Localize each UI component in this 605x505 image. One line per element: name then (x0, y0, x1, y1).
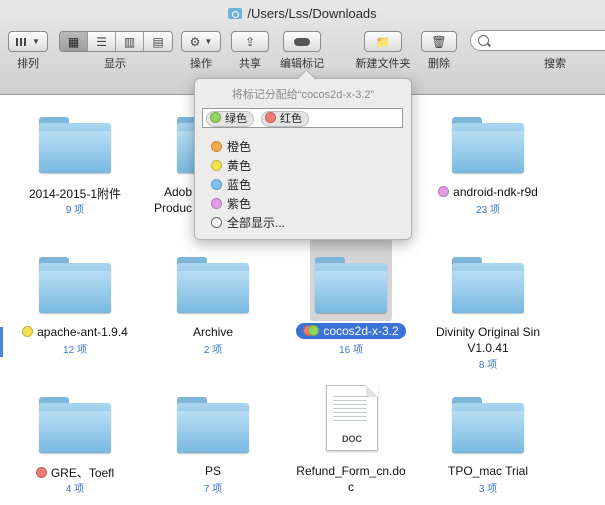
file-name-line2: V1.0.41 (467, 341, 509, 355)
window-title: /Users/Lss/Downloads (0, 6, 605, 21)
item-count: 7 项 (203, 484, 223, 495)
file-name: Refund_Form_cn.do (296, 464, 406, 478)
orange-tag-icon (211, 141, 222, 152)
list-view-icon: ☰ (96, 34, 107, 49)
icon-view-button[interactable]: ▦ (60, 32, 88, 51)
arrange-button[interactable]: ▼ (8, 31, 48, 52)
file-name: GRE、Toefl (5, 464, 145, 481)
icon-view-icon: ▦ (67, 34, 80, 49)
tag-option-blue[interactable]: 蓝色 (211, 176, 251, 193)
cover-flow-icon: ▤ (152, 34, 164, 49)
new-folder-button[interactable]: 📁 (364, 31, 402, 52)
chevron-down-icon: ▼ (204, 37, 213, 46)
doc-file-icon: DOC (326, 385, 378, 451)
show-all-tags[interactable]: 全部显示... (211, 214, 285, 231)
file-item-divinity[interactable]: Divinity Original Sin V1.0.41 8 项 (418, 235, 558, 371)
file-name: android-ndk-r9d (418, 185, 558, 199)
file-name-line2: c (348, 480, 354, 494)
doc-type-label: DOC (342, 434, 362, 444)
edit-tags-button[interactable] (283, 31, 321, 52)
view-mode-segmented: ▦ ☰ ▥ ▤ (59, 31, 173, 52)
item-count: 4 项 (65, 484, 85, 495)
file-name: cocos2d-x-3.2 (281, 323, 421, 339)
yellow-tag-icon (22, 326, 34, 337)
folder-icon (452, 397, 524, 453)
folder-icon (39, 117, 111, 173)
folder-icon (39, 257, 111, 313)
yellow-tag-icon (211, 160, 222, 171)
folder-icon (452, 257, 524, 313)
new-folder-label: 新建文件夹 (355, 58, 411, 70)
sidebar-edge (0, 327, 3, 357)
cover-flow-button[interactable]: ▤ (144, 32, 172, 51)
tag-option-yellow[interactable]: 黄色 (211, 157, 251, 174)
search-field[interactable] (470, 30, 605, 51)
folder-icon (39, 397, 111, 453)
empty-tag-icon (211, 217, 222, 228)
file-name: Divinity Original Sin (435, 325, 541, 339)
tag-option-orange[interactable]: 橙色 (211, 138, 251, 155)
file-name: TPO_mac Trial (447, 464, 528, 478)
item-count: 23 项 (476, 205, 500, 216)
item-count: 3 项 (478, 484, 498, 495)
share-label: 共享 (239, 58, 261, 70)
gear-icon: ⚙ (189, 34, 201, 49)
action-button[interactable]: ⚙ ▼ (181, 31, 221, 52)
new-folder-icon: 📁 (375, 34, 391, 49)
file-item-ps[interactable]: PS 7 项 (143, 375, 283, 500)
grid-icon (16, 37, 27, 46)
file-item-cocos2d-selected[interactable]: cocos2d-x-3.2 16 项 (281, 235, 421, 360)
tag-icon (294, 37, 310, 46)
file-name: PS (204, 464, 221, 478)
tag-option-purple[interactable]: 紫色 (211, 195, 251, 212)
chevron-down-icon: ▼ (32, 37, 40, 46)
item-count: 16 项 (339, 345, 363, 356)
arrange-label: 排列 (17, 58, 39, 70)
item-count: 2 项 (203, 345, 223, 356)
purple-tag-icon (211, 198, 222, 209)
tag-chip-red[interactable]: 红色 (261, 111, 309, 127)
green-tag-icon (308, 325, 320, 336)
edit-tags-label: 编辑标记 (280, 58, 324, 70)
file-item-archive[interactable]: Archive 2 项 (143, 235, 283, 360)
file-item-android-ndk[interactable]: android-ndk-r9d 23 项 (418, 95, 558, 220)
blue-tag-icon (211, 179, 222, 190)
tag-chip-green[interactable]: 绿色 (206, 111, 254, 127)
popover-title: 将标记分配给“cocos2d-x-3.2” (231, 89, 375, 101)
purple-tag-icon (438, 186, 450, 197)
folder-icon (452, 117, 524, 173)
file-item-apache-ant[interactable]: apache-ant-1.9.4 12 项 (5, 235, 145, 360)
item-count: 8 项 (478, 360, 498, 371)
search-label: 搜索 (544, 58, 566, 70)
green-tag-icon (210, 112, 221, 123)
column-view-button[interactable]: ▥ (116, 32, 144, 51)
share-button[interactable]: ⇪ (231, 31, 269, 52)
red-tag-icon (35, 467, 47, 478)
search-icon (478, 35, 489, 46)
downloads-folder-icon (228, 8, 243, 19)
file-item-gre-toefl[interactable]: GRE、Toefl 4 项 (5, 375, 145, 500)
tags-popover: 将标记分配给“cocos2d-x-3.2” 绿色 红色 橙色 黄色 蓝色 紫色 … (194, 78, 412, 240)
finder-window: /Users/Lss/Downloads ▼ 排列 ▦ ☰ ▥ ▤ 显示 ⚙ ▼… (0, 0, 605, 505)
trash-icon: 🗑 (431, 34, 447, 49)
selected-name-pill: cocos2d-x-3.2 (296, 323, 406, 339)
column-view-icon: ▥ (123, 34, 136, 49)
folder-icon (315, 257, 387, 313)
file-item-refund-form[interactable]: DOC Refund_Form_cn.do c (281, 375, 421, 500)
tag-token-field[interactable]: 绿色 红色 (202, 108, 403, 128)
view-label: 显示 (104, 58, 126, 70)
delete-button[interactable]: 🗑 (421, 31, 457, 52)
file-item-tpo-mac[interactable]: TPO_mac Trial 3 项 (418, 375, 558, 500)
action-label: 操作 (190, 58, 212, 70)
file-name: apache-ant-1.9.4 (5, 325, 145, 339)
file-name: Archive (192, 325, 233, 339)
folder-icon (177, 257, 249, 313)
delete-label: 删除 (428, 58, 450, 70)
item-count: 12 项 (63, 345, 87, 356)
list-view-button[interactable]: ☰ (88, 32, 116, 51)
red-tag-icon (265, 112, 276, 123)
folder-icon (177, 397, 249, 453)
share-icon: ⇪ (244, 34, 256, 49)
